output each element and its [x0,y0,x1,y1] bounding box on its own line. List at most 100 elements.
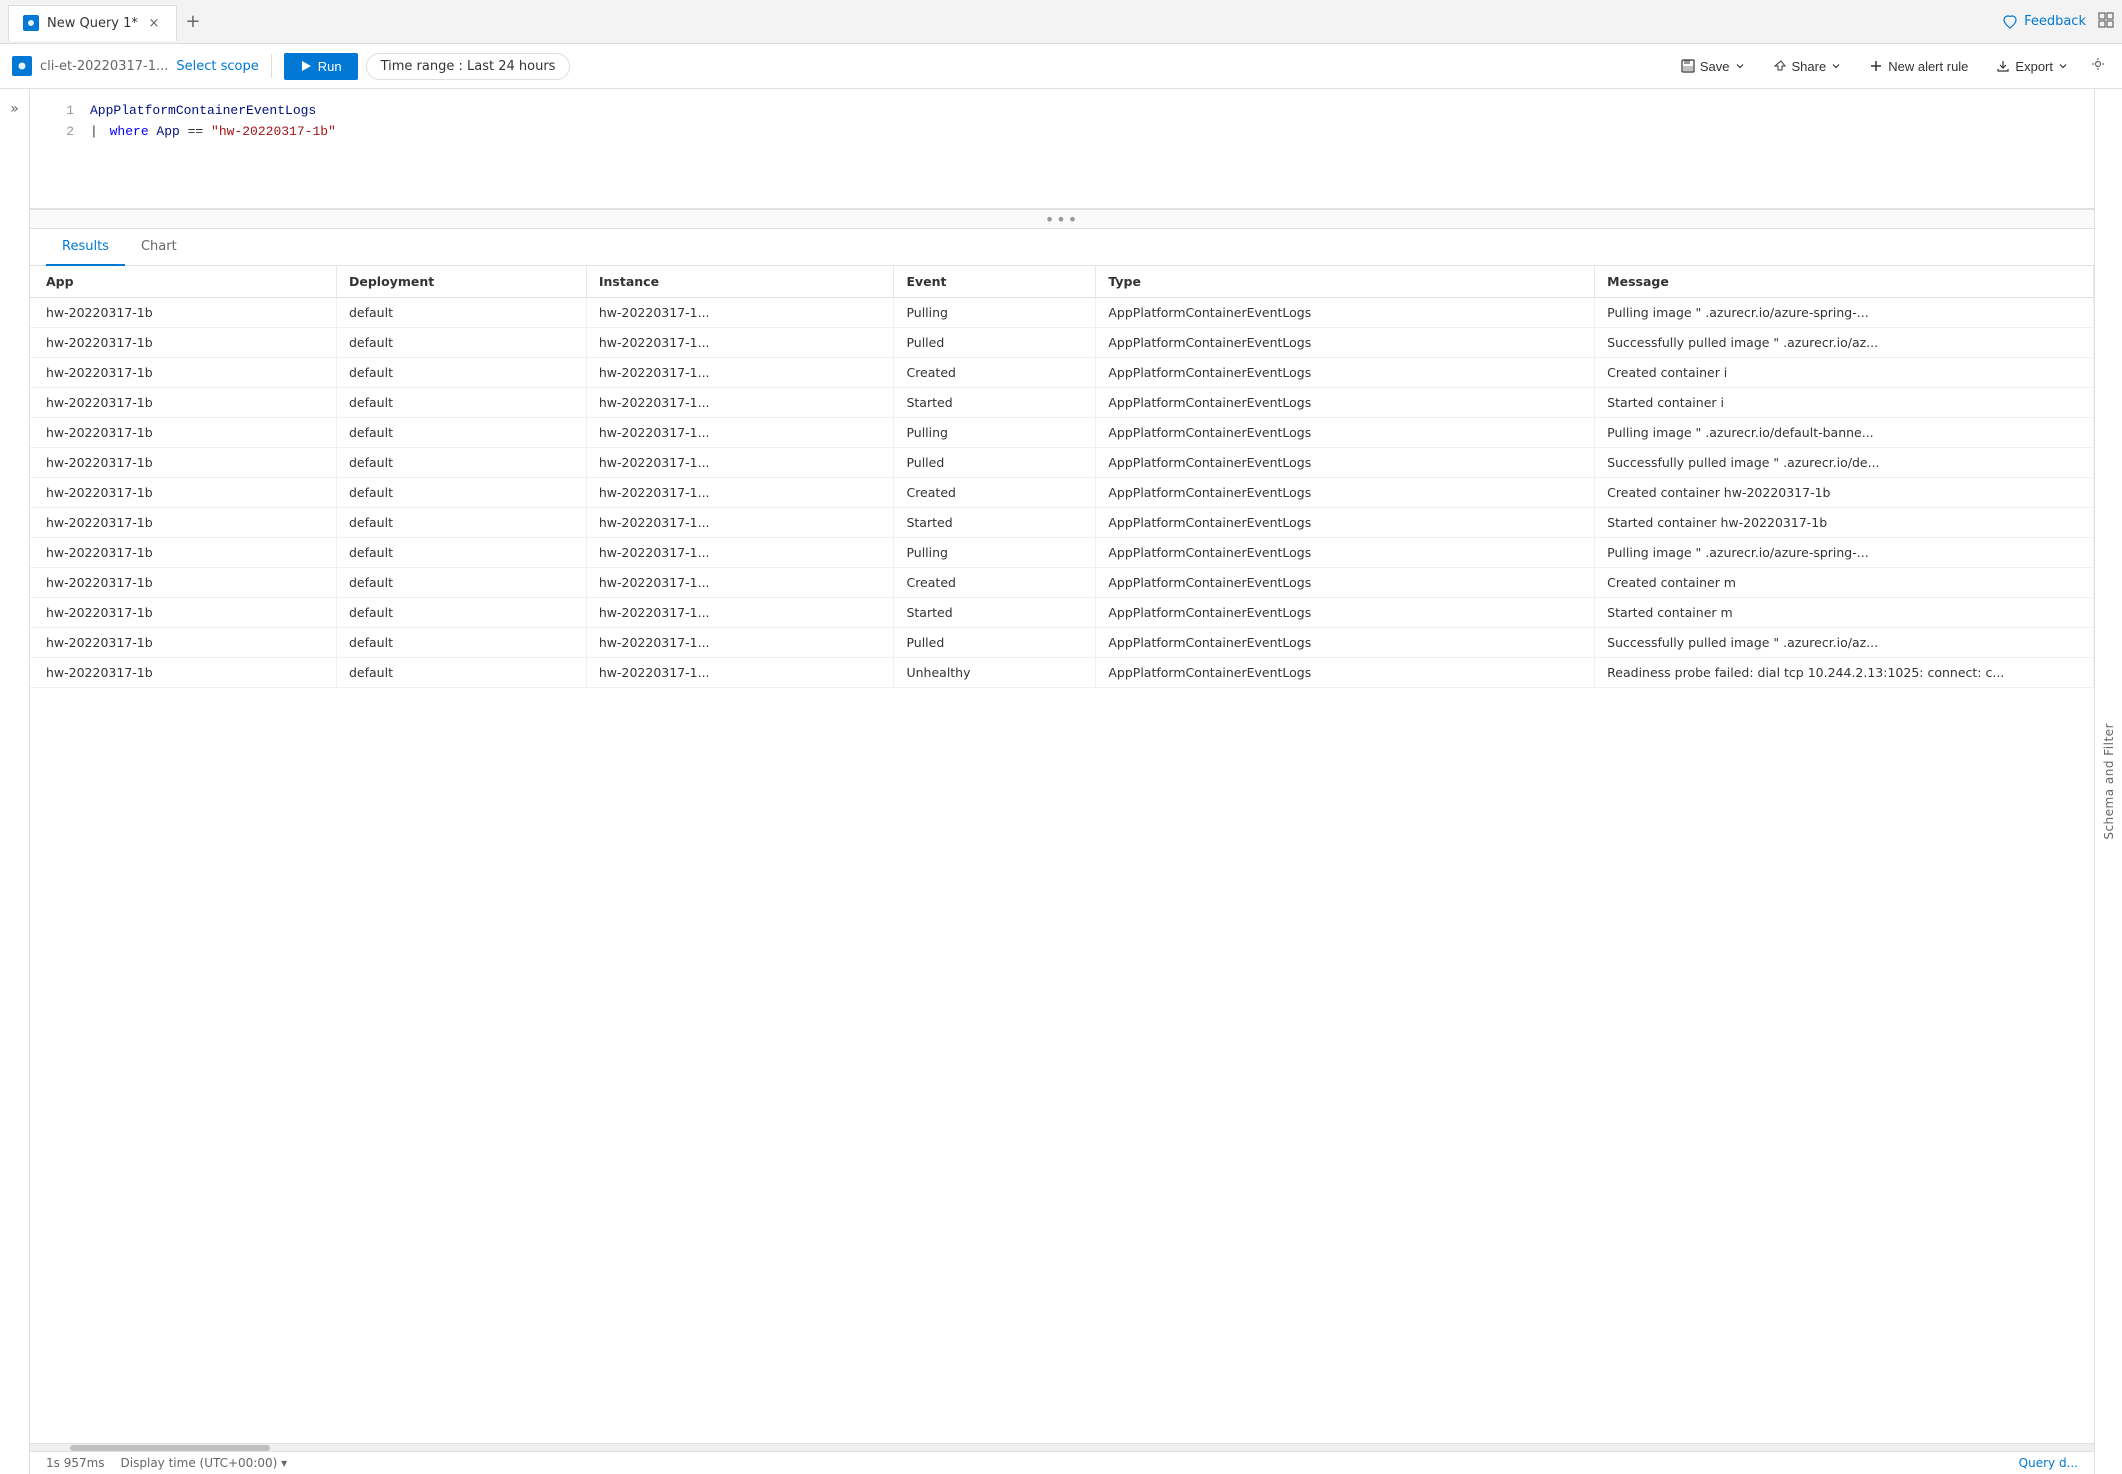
time-range-label: Time range : Last 24 hours [381,59,556,74]
cell-type: AppPlatformContainerEventLogs [1096,538,1595,568]
save-button[interactable]: Save [1671,54,1755,79]
export-dropdown-icon [2058,61,2068,71]
cell-type: AppPlatformContainerEventLogs [1096,658,1595,688]
run-button[interactable]: Run [284,53,358,80]
cell-app: hw-20220317-1b [30,418,337,448]
select-scope-button[interactable]: Select scope [176,59,258,74]
cell-deployment: default [337,418,587,448]
cell-app: hw-20220317-1b [30,628,337,658]
cell-message: Pulling image " .azurecr.io/azure-spring… [1595,538,2094,568]
cell-event: Created [894,358,1096,388]
tab-results[interactable]: Results [46,229,125,266]
cell-message: Successfully pulled image " .azurecr.io/… [1595,628,2094,658]
cell-message: Started container m [1595,598,2094,628]
feedback-label: Feedback [2024,14,2086,29]
cell-event: Created [894,568,1096,598]
col-message: Message [1595,266,2094,298]
cell-app: hw-20220317-1b [30,298,337,328]
main-content: » 1 AppPlatformContainerEventLogs 2 | wh… [0,89,2122,1474]
resizer[interactable]: ••• [30,209,2094,229]
table-row: hw-20220317-1bdefaulthw-20220317-1...Pul… [30,418,2094,448]
cell-type: AppPlatformContainerEventLogs [1096,478,1595,508]
query-details[interactable]: Query d... [2019,1456,2078,1470]
expand-button[interactable]: » [6,97,23,121]
feedback-button[interactable]: Feedback [2002,14,2086,30]
table-row: hw-20220317-1bdefaulthw-20220317-1...Sta… [30,388,2094,418]
cell-type: AppPlatformContainerEventLogs [1096,628,1595,658]
cell-instance: hw-20220317-1... [586,388,894,418]
toolbar: cli-et-20220317-1... Select scope Run Ti… [0,44,2122,89]
toolbar-right: Save Share New alert rule Ex [1671,52,2110,80]
heart-icon [2002,14,2018,30]
code-line-2: 2 | where App == "hw-20220317-1b" [46,122,2078,143]
grid-icon[interactable] [2098,12,2114,32]
results-area: Results Chart App Deployment Instance Ev… [30,229,2094,1474]
right-sidebar[interactable]: Schema and Filter [2094,89,2122,1474]
cell-deployment: default [337,448,587,478]
code-editor[interactable]: 1 AppPlatformContainerEventLogs 2 | wher… [30,89,2094,209]
cell-message: Created container m [1595,568,2094,598]
results-table-container[interactable]: App Deployment Instance Event Type Messa… [30,266,2094,1443]
cell-type: AppPlatformContainerEventLogs [1096,388,1595,418]
tab-title: New Query 1* [47,16,138,31]
share-icon [1773,59,1787,73]
share-dropdown-icon [1831,61,1841,71]
cell-deployment: default [337,658,587,688]
table-row: hw-20220317-1bdefaulthw-20220317-1...Cre… [30,568,2094,598]
cell-instance: hw-20220317-1... [586,538,894,568]
cell-message: Created container i [1595,358,2094,388]
horizontal-scrollbar[interactable] [30,1443,2094,1451]
query-duration: 1s 957ms [46,1456,105,1470]
time-range-button[interactable]: Time range : Last 24 hours [366,53,571,80]
table-row: hw-20220317-1bdefaulthw-20220317-1...Unh… [30,658,2094,688]
tab-close-button[interactable]: × [146,15,162,31]
tab-right-area: Feedback [2002,12,2114,32]
col-deployment: Deployment [337,266,587,298]
cell-app: hw-20220317-1b [30,328,337,358]
cell-event: Pulled [894,328,1096,358]
table-row: hw-20220317-1bdefaulthw-20220317-1...Pul… [30,628,2094,658]
cell-instance: hw-20220317-1... [586,478,894,508]
cell-message: Created container hw-20220317-1b [1595,478,2094,508]
cell-app: hw-20220317-1b [30,478,337,508]
new-alert-button[interactable]: New alert rule [1859,54,1978,79]
toolbar-divider [271,54,272,78]
cell-instance: hw-20220317-1... [586,598,894,628]
cell-event: Pulling [894,538,1096,568]
tab-bar: New Query 1* × + Feedback [0,0,2122,44]
scope-area: cli-et-20220317-1... [12,56,168,76]
settings-icon[interactable] [2086,52,2110,80]
cell-instance: hw-20220317-1... [586,298,894,328]
cell-type: AppPlatformContainerEventLogs [1096,328,1595,358]
cell-type: AppPlatformContainerEventLogs [1096,448,1595,478]
results-table: App Deployment Instance Event Type Messa… [30,266,2094,688]
code-line-1: 1 AppPlatformContainerEventLogs [46,101,2078,122]
cell-event: Pulled [894,628,1096,658]
table-row: hw-20220317-1bdefaulthw-20220317-1...Pul… [30,448,2094,478]
cell-deployment: default [337,628,587,658]
cell-message: Pulling image " .azurecr.io/azure-spring… [1595,298,2094,328]
cell-type: AppPlatformContainerEventLogs [1096,358,1595,388]
new-tab-button[interactable]: + [177,6,209,38]
scrollbar-thumb[interactable] [70,1445,270,1451]
cell-type: AppPlatformContainerEventLogs [1096,418,1595,448]
table-row: hw-20220317-1bdefaulthw-20220317-1...Cre… [30,478,2094,508]
table-row: hw-20220317-1bdefaulthw-20220317-1...Sta… [30,598,2094,628]
col-app: App [30,266,337,298]
cell-deployment: default [337,568,587,598]
active-tab[interactable]: New Query 1* × [8,5,177,41]
cell-deployment: default [337,388,587,418]
cell-message: Successfully pulled image " .azurecr.io/… [1595,448,2094,478]
cell-app: hw-20220317-1b [30,508,337,538]
export-button[interactable]: Export [1986,54,2078,79]
cell-message: Successfully pulled image " .azurecr.io/… [1595,328,2094,358]
display-time[interactable]: Display time (UTC+00:00) ▾ [121,1456,288,1470]
cell-event: Pulled [894,448,1096,478]
table-row: hw-20220317-1bdefaulthw-20220317-1...Pul… [30,538,2094,568]
cell-message: Pulling image " .azurecr.io/default-bann… [1595,418,2094,448]
table-row: hw-20220317-1bdefaulthw-20220317-1...Sta… [30,508,2094,538]
table-row: hw-20220317-1bdefaulthw-20220317-1... Pul… [30,298,2094,328]
tab-chart[interactable]: Chart [125,229,193,266]
cell-deployment: default [337,298,587,328]
share-button[interactable]: Share [1763,54,1852,79]
